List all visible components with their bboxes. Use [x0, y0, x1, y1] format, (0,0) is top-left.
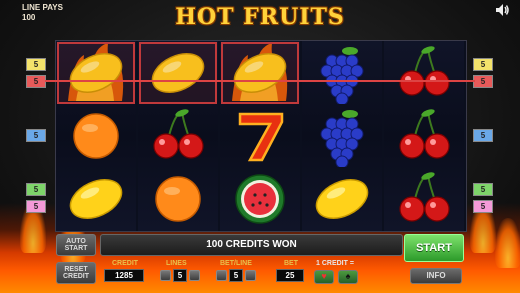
right-payline-badge-2: 5: [473, 75, 493, 88]
credit-rate-label: 1 CREDIT =: [316, 260, 354, 267]
bet-line-display: 5: [229, 269, 243, 282]
win-highlight-frame: [221, 42, 299, 104]
cherries-symbol: [384, 104, 464, 167]
start-button[interactable]: START: [404, 234, 464, 262]
game-logo: HOT FRUITS: [175, 4, 345, 30]
bet-line-decrease-button[interactable]: [216, 270, 227, 281]
lines-display: 5: [173, 269, 187, 282]
heart-icon: ♥: [321, 271, 327, 281]
gamble-black-button[interactable]: ♠: [338, 270, 358, 284]
left-payline-badge-5: 5: [26, 200, 46, 213]
lines-increase-button[interactable]: [189, 270, 200, 281]
reels-area: [55, 40, 467, 232]
win-message: 100 CREDITS WON: [100, 234, 403, 256]
info-label: INFO: [426, 271, 446, 280]
bet-label: BET: [284, 260, 298, 267]
cherries-symbol: [384, 41, 464, 104]
info-button[interactable]: INFO: [410, 268, 462, 284]
win-highlight-frame: [57, 42, 135, 104]
watermelon-symbol: [220, 167, 300, 230]
bet-line-increase-button[interactable]: [245, 270, 256, 281]
orange-symbol: [56, 104, 136, 167]
spade-icon: ♠: [345, 271, 351, 281]
left-payline-badge-4: 5: [26, 183, 46, 196]
right-payline-badge-1: 5: [473, 58, 493, 71]
right-payline-badge-4: 5: [473, 183, 493, 196]
reset-credit-label: RESET CREDIT: [62, 266, 90, 280]
credit-label: CREDIT: [112, 260, 139, 267]
lines-label: LINES: [166, 260, 187, 267]
grapes-symbol: [302, 41, 382, 106]
grapes-symbol: [302, 104, 382, 169]
orange-symbol: [138, 167, 218, 230]
cherries-symbol: [138, 104, 218, 167]
right-payline-badge-3: 5: [473, 129, 493, 142]
reel-4: [302, 41, 382, 231]
win-highlight-frame: [139, 42, 217, 104]
bet-line-label: BET/LINE: [220, 260, 252, 267]
right-payline-badge-5: 5: [473, 200, 493, 213]
lemon-symbol: [56, 167, 136, 230]
credit-display: 1285: [104, 269, 144, 282]
seven-symbol: [220, 104, 300, 167]
bet-display: 25: [276, 269, 304, 282]
winning-payline: [45, 80, 475, 82]
left-payline-badge-2: 5: [26, 75, 46, 88]
flame-decoration: [495, 218, 520, 268]
auto-start-label: AUTO START: [64, 238, 88, 252]
cherries-symbol: [384, 167, 464, 230]
lines-decrease-button[interactable]: [160, 270, 171, 281]
speaker-icon[interactable]: [494, 2, 510, 18]
slot-machine-screen: LINE PAYS 100 HOT FRUITS 55555 55555 AUT…: [0, 0, 520, 293]
left-payline-badge-3: 5: [26, 129, 46, 142]
left-payline-badge-1: 5: [26, 58, 46, 71]
control-panel: AUTO START RESET CREDIT 100 CREDITS WON …: [52, 232, 472, 292]
gamble-red-button[interactable]: ♥: [314, 270, 334, 284]
lemon-symbol: [302, 167, 382, 230]
auto-start-button[interactable]: AUTO START: [56, 234, 96, 256]
reel-5: [384, 41, 464, 231]
reset-credit-button[interactable]: RESET CREDIT: [56, 262, 96, 284]
